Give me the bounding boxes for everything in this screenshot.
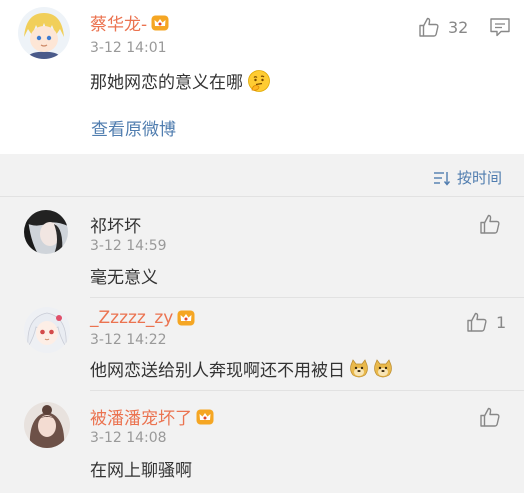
thumbs-up-icon [480, 407, 500, 427]
vip-crown-badge-icon [151, 15, 169, 30]
username-text[interactable]: 蔡华龙- [90, 10, 147, 35]
like-count: 32 [448, 17, 469, 37]
reply-avatar[interactable] [24, 210, 68, 254]
main-comment-like-button[interactable]: 32 [418, 16, 468, 38]
sort-label[interactable]: 按时间 [457, 167, 502, 188]
thinking-emoji-icon [248, 69, 270, 92]
vip-crown-badge-icon [196, 409, 214, 424]
main-comment-text: 那她网恋的意义在哪 [90, 68, 271, 93]
reply-text: 他网恋送给别人奔现啊还不用被日 [90, 356, 393, 381]
reply-username[interactable]: 祁坏坏 [90, 212, 141, 237]
doge-emoji-icon [350, 358, 368, 377]
reply-text: 在网上聊骚啊 [90, 461, 192, 481]
main-comment-avatar[interactable] [18, 7, 70, 59]
comment-icon[interactable] [489, 17, 511, 37]
thumbs-up-icon [467, 312, 487, 332]
divider [90, 390, 524, 391]
main-comment-time: 3-12 14:01 [90, 40, 167, 56]
thumbs-up-icon [419, 17, 439, 37]
reply-username[interactable]: 被潘潘宠坏了 [90, 404, 214, 429]
username-text[interactable]: _Zzzzz_zy [90, 308, 173, 328]
reply-time: 3-12 14:22 [90, 332, 167, 348]
vip-crown-badge-icon [177, 310, 195, 326]
divider [0, 196, 524, 197]
sort-by-time-button[interactable]: 按时间 [433, 167, 502, 188]
reply-text: 毫无意义 [90, 268, 158, 288]
reply-body: 他网恋送给别人奔现啊还不用被日 [90, 361, 345, 381]
reply-avatar[interactable] [24, 402, 70, 448]
reply-time: 3-12 14:59 [90, 238, 167, 254]
reply-like-button[interactable] [479, 406, 501, 428]
doge-emoji-icon [374, 358, 392, 377]
reply-avatar[interactable] [24, 307, 70, 353]
divider [90, 297, 524, 298]
sort-icon [434, 171, 451, 186]
reply-like-button[interactable]: 1 [466, 311, 506, 333]
reply-time: 3-12 14:08 [90, 430, 167, 446]
reply-username[interactable]: _Zzzzz_zy [90, 308, 195, 328]
comment-body: 那她网恋的意义在哪 [90, 73, 243, 93]
thumbs-up-icon [480, 214, 500, 234]
view-original-weibo-link[interactable]: 查看原微博 [91, 115, 176, 140]
username-text[interactable]: 被潘潘宠坏了 [90, 404, 192, 429]
main-comment: 蔡华龙- 3-12 14:01 那她网恋的意义在哪 查看原微博 32 [0, 0, 524, 154]
reply-like-button[interactable] [479, 213, 501, 235]
replies-section: 按时间 祁坏坏 3-12 14:59 毫无意义 _Zzzzz_zy 3-12 1… [0, 154, 524, 493]
like-count: 1 [496, 312, 507, 332]
main-comment-username[interactable]: 蔡华龙- [90, 10, 169, 35]
